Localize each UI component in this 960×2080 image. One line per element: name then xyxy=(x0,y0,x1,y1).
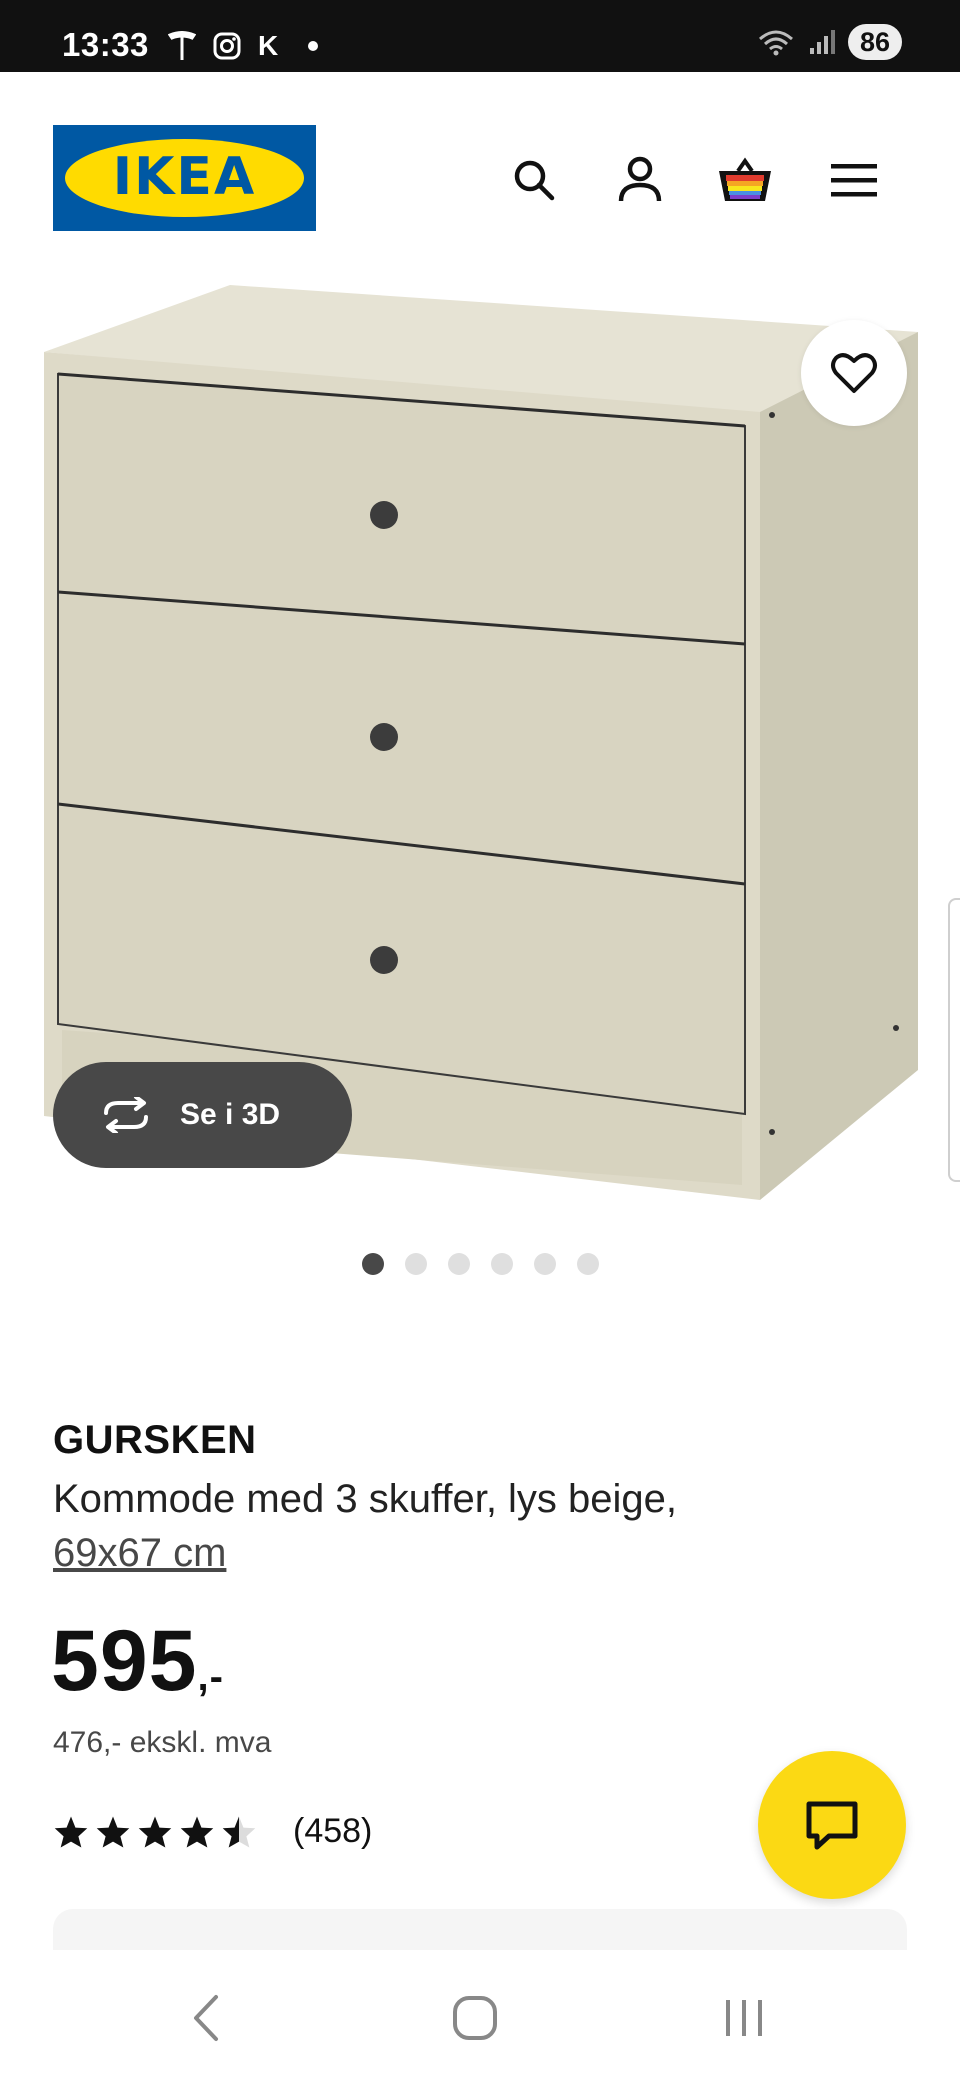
chat-icon xyxy=(806,1801,858,1850)
status-notification-icons: K xyxy=(168,30,319,62)
system-nav-bar xyxy=(0,1950,960,2080)
cart-button[interactable] xyxy=(715,150,775,210)
price-main: 595 xyxy=(51,1613,198,1709)
carousel-dots xyxy=(0,1253,960,1275)
signal-icon xyxy=(809,30,835,54)
menu-button[interactable] xyxy=(824,150,884,210)
product-image-carousel[interactable]: Se i 3D xyxy=(0,270,960,1210)
view-3d-label: Se i 3D xyxy=(180,1098,281,1131)
carousel-dot[interactable] xyxy=(447,1253,470,1275)
carousel-dot[interactable] xyxy=(490,1253,513,1275)
product-price: 595,- xyxy=(51,1612,224,1711)
notification-dot xyxy=(308,41,319,51)
price-suffix: ,- xyxy=(197,1655,224,1699)
cart-icon xyxy=(719,157,771,201)
status-time: 13:33 xyxy=(62,26,149,63)
recents-icon xyxy=(726,2000,762,2036)
chat-button[interactable] xyxy=(758,1751,906,1899)
status-bar: 13:33 K 86 xyxy=(0,0,960,72)
star-icon xyxy=(96,1815,130,1848)
price-excl-vat: 476,- ekskl. mva xyxy=(53,1726,272,1759)
status-system-icons: 86 xyxy=(756,24,902,60)
home-button[interactable] xyxy=(445,1988,505,2048)
star-icon xyxy=(138,1815,172,1848)
k-app-icon: K xyxy=(258,30,279,61)
account-icon xyxy=(618,156,662,202)
carousel-dot[interactable] xyxy=(361,1253,384,1275)
instagram-icon xyxy=(213,32,241,60)
wifi-icon xyxy=(758,30,793,56)
menu-icon xyxy=(831,164,877,197)
product-size-link[interactable]: 69x67 cm xyxy=(53,1526,226,1580)
view-3d-button[interactable]: Se i 3D xyxy=(53,1062,352,1168)
recents-button[interactable] xyxy=(714,1988,774,2048)
favorite-button[interactable] xyxy=(801,320,907,426)
product-description: Kommode med 3 skuffer, lys beige, xyxy=(53,1477,678,1521)
carousel-dot[interactable] xyxy=(576,1253,599,1275)
product-rating[interactable]: (458) xyxy=(53,1812,372,1851)
account-button[interactable] xyxy=(610,150,670,210)
home-icon xyxy=(453,1996,497,2040)
heart-icon xyxy=(831,353,877,393)
product-name: GURSKEN xyxy=(53,1418,257,1462)
carousel-dot[interactable] xyxy=(404,1253,427,1275)
tesla-icon xyxy=(168,31,196,60)
star-icon xyxy=(54,1815,88,1848)
edge-panel-handle[interactable] xyxy=(948,898,960,1182)
rating-count: (458) xyxy=(293,1812,373,1850)
star-icon xyxy=(180,1815,214,1848)
rotate-3d-icon xyxy=(104,1097,148,1133)
carousel-dot[interactable] xyxy=(533,1253,556,1275)
site-header: IKEA xyxy=(0,72,960,252)
half-star-icon xyxy=(222,1815,256,1848)
search-icon xyxy=(514,160,555,201)
back-button[interactable] xyxy=(176,1988,236,2048)
search-button[interactable] xyxy=(504,150,564,210)
back-icon xyxy=(194,1995,218,2041)
ikea-logo[interactable]: IKEA xyxy=(53,125,316,231)
battery-indicator: 86 xyxy=(847,24,902,60)
logo-text: IKEA xyxy=(112,147,257,207)
